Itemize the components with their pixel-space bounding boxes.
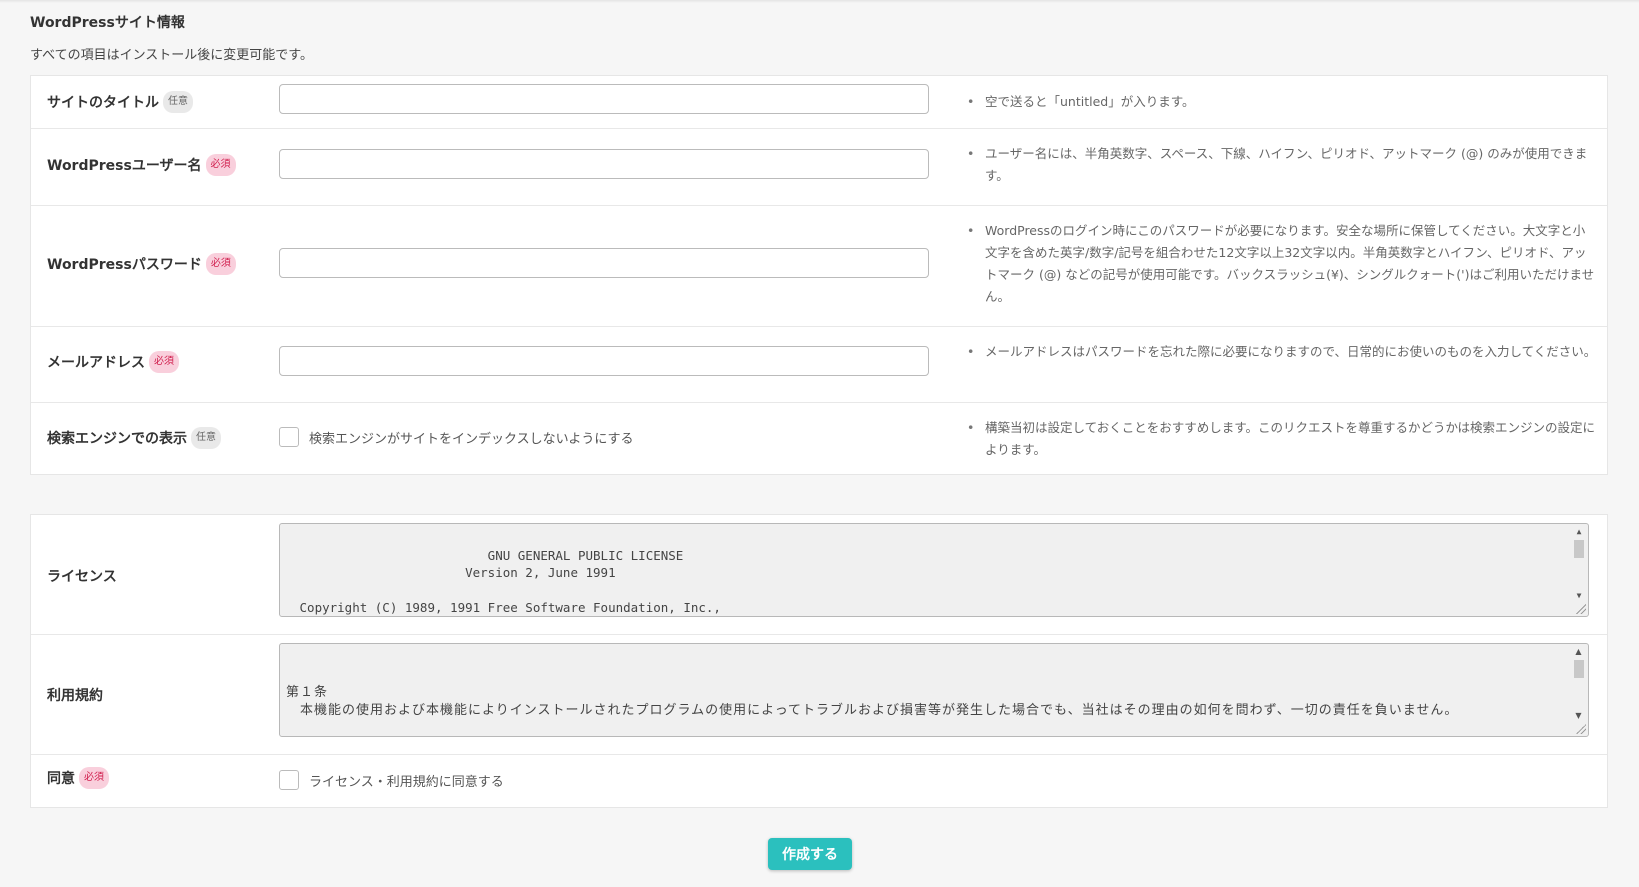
search-engine-help: 構築当初は設定しておくことをおすすめします。このリクエストを尊重するかどうかは検… (967, 417, 1597, 461)
license-row: ライセンス GNU GENERAL PUBLIC LICENSE Version… (31, 515, 1607, 635)
section-title: WordPressサイト情報 (30, 15, 185, 31)
create-button[interactable]: 作成する (768, 838, 852, 870)
scroll-down-arrow-icon[interactable]: ▼ (1572, 590, 1586, 602)
site-info-panel: サイトのタイトル 任意 空で送ると「untitled」が入ります。 WordPr… (30, 75, 1608, 475)
terms-scrollbar[interactable]: ▲ ▼ (1572, 646, 1586, 722)
email-help: メールアドレスはパスワードを忘れた際に必要になりますので、日常的にお使いのものを… (967, 341, 1597, 363)
email-label-text: メールアドレス (47, 355, 145, 371)
site-title-input[interactable] (279, 84, 929, 114)
username-row: WordPressユーザー名 必須 ユーザー名には、半角英数字、スペース、下線、… (31, 129, 1607, 206)
scrollbar-thumb[interactable] (1574, 540, 1584, 558)
search-engine-checkbox-label[interactable]: 検索エンジンがサイトをインデックスしないようにする (309, 428, 633, 447)
search-engine-label-text: 検索エンジンでの表示 (47, 431, 187, 447)
terms-text: 第１条 本機能の使用および本機能によりインストールされたプログラムの使用によって… (286, 685, 1459, 718)
email-input[interactable] (279, 346, 929, 376)
terms-textarea[interactable]: 第１条 本機能の使用および本機能によりインストールされたプログラムの使用によって… (279, 643, 1589, 737)
site-title-help: 空で送ると「untitled」が入ります。 (967, 91, 1597, 113)
password-help: WordPressのログイン時にこのパスワードが必要になります。安全な場所に保管… (967, 220, 1597, 308)
search-engine-checkbox-option[interactable]: 検索エンジンがサイトをインデックスしないようにする (279, 427, 633, 447)
required-badge: 必須 (149, 351, 179, 373)
search-engine-checkbox[interactable] (279, 427, 299, 447)
agree-checkbox-option[interactable]: ライセンス・利用規約に同意する (279, 770, 504, 790)
email-row: メールアドレス 必須 メールアドレスはパスワードを忘れた際に必要になりますので、… (31, 327, 1607, 403)
license-textarea[interactable]: GNU GENERAL PUBLIC LICENSE Version 2, Ju… (279, 523, 1589, 617)
search-engine-label: 検索エンジンでの表示 任意 (47, 427, 221, 449)
resize-handle-icon[interactable] (1576, 724, 1586, 734)
license-label: ライセンス (47, 569, 117, 585)
email-label: メールアドレス 必須 (47, 351, 179, 373)
terms-row: 利用規約 第１条 本機能の使用および本機能によりインストールされたプログラムの使… (31, 635, 1607, 755)
section-description: すべての項目はインストール後に変更可能です。 (30, 48, 314, 63)
license-text: GNU GENERAL PUBLIC LICENSE Version 2, Ju… (299, 547, 721, 616)
agree-row: 同意 必須 ライセンス・利用規約に同意する (31, 755, 1607, 809)
password-label: WordPressパスワード 必須 (47, 253, 236, 275)
username-input[interactable] (279, 149, 929, 179)
site-title-row: サイトのタイトル 任意 空で送ると「untitled」が入ります。 (31, 76, 1607, 129)
site-title-label-text: サイトのタイトル (47, 95, 159, 111)
scrollbar-thumb[interactable] (1574, 660, 1584, 678)
username-label: WordPressユーザー名 必須 (47, 154, 236, 176)
optional-badge: 任意 (191, 427, 221, 449)
agree-label-text: 同意 (47, 771, 75, 787)
username-help: ユーザー名には、半角英数字、スペース、下線、ハイフン、ピリオド、アットマーク (… (967, 143, 1597, 187)
required-badge: 必須 (205, 253, 236, 275)
site-title-label: サイトのタイトル 任意 (47, 91, 193, 113)
scroll-down-arrow-icon[interactable]: ▼ (1572, 710, 1586, 722)
password-input[interactable] (279, 248, 929, 278)
agree-checkbox-label[interactable]: ライセンス・利用規約に同意する (309, 771, 504, 790)
top-shadow (0, 0, 1639, 3)
scroll-up-arrow-icon[interactable]: ▲ (1572, 646, 1586, 658)
password-label-text: WordPressパスワード (47, 257, 202, 273)
required-badge: 必須 (79, 767, 109, 789)
license-scrollbar[interactable]: ▲ ▼ (1572, 526, 1586, 602)
search-engine-row: 検索エンジンでの表示 任意 検索エンジンがサイトをインデックスしないようにする … (31, 403, 1607, 476)
agree-label: 同意 必須 (47, 767, 109, 789)
password-row: WordPressパスワード 必須 WordPressのログイン時にこのパスワー… (31, 206, 1607, 327)
optional-badge: 任意 (163, 91, 193, 113)
agree-checkbox[interactable] (279, 770, 299, 790)
scroll-up-arrow-icon[interactable]: ▲ (1572, 526, 1586, 538)
terms-label: 利用規約 (47, 688, 103, 704)
username-label-text: WordPressユーザー名 (47, 158, 202, 174)
required-badge: 必須 (205, 154, 236, 176)
license-panel: ライセンス GNU GENERAL PUBLIC LICENSE Version… (30, 514, 1608, 808)
resize-handle-icon[interactable] (1576, 604, 1586, 614)
